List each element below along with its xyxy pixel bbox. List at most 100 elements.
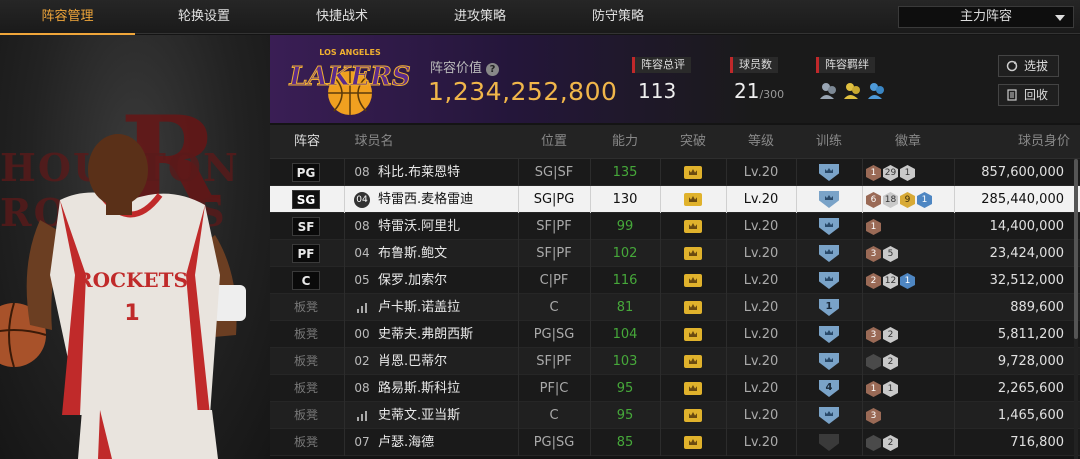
table-row[interactable]: PF 04 布鲁斯.鲍文 SF|PF 102 Lv.20 3 5 23,424,000	[270, 240, 1080, 267]
player-name[interactable]: 布鲁斯.鲍文	[378, 240, 447, 267]
table-row[interactable]: 板凳 00 史蒂夫.弗朗西斯 PG|SG 104 Lv.20 3 2 5,811,200	[270, 321, 1080, 348]
player-name[interactable]: 保罗.加索尔	[378, 267, 447, 294]
badge-icon[interactable]: 9	[900, 192, 915, 208]
scrollbar-thumb[interactable]	[1074, 159, 1078, 339]
training-cell[interactable]	[796, 429, 862, 456]
badge-icon[interactable]: 1	[900, 165, 915, 181]
slot-bench[interactable]: 板凳	[290, 348, 322, 375]
badge-icon[interactable]: 2	[866, 273, 881, 289]
table-row[interactable]: 板凳 卢卡斯.诺盖拉 C 81 Lv.20 1 889,600	[270, 294, 1080, 321]
col-slot[interactable]: 阵容	[270, 125, 344, 159]
breakthrough-cell[interactable]	[660, 267, 726, 294]
table-row[interactable]: 板凳 07 卢瑟.海德 PG|SG 85 Lv.20 2 716,800	[270, 429, 1080, 456]
breakthrough-cell[interactable]	[660, 186, 726, 213]
table-row[interactable]: SG 04 特雷西.麦格雷迪 SG|PG 130 Lv.20 6 18 9 1 285,440,00…	[270, 186, 1080, 213]
slot-badge[interactable]: C	[292, 271, 320, 290]
badge-icon[interactable]: 5	[883, 246, 898, 262]
tab-defense-strategy[interactable]: 防守策略	[549, 0, 687, 34]
training-cell[interactable]	[796, 402, 862, 429]
player-name[interactable]: 肖恩.巴蒂尔	[378, 348, 447, 375]
breakthrough-cell[interactable]	[660, 429, 726, 456]
tab-offense-strategy[interactable]: 进攻策略	[411, 0, 549, 34]
player-name[interactable]: 特雷沃.阿里扎	[378, 213, 460, 240]
badge-icon[interactable]	[866, 435, 881, 451]
col-value[interactable]: 球员身价	[970, 125, 1070, 159]
badge-icon[interactable]: 3	[866, 327, 881, 343]
roster-scrollbar[interactable]	[1074, 159, 1078, 459]
badge-icon[interactable]: 2	[883, 435, 898, 451]
training-cell[interactable]: 4	[796, 375, 862, 402]
slot-bench[interactable]: 板凳	[290, 429, 322, 456]
training-cell[interactable]	[796, 213, 862, 240]
column-divider	[344, 159, 345, 186]
player-name[interactable]: 路易斯.斯科拉	[378, 375, 460, 402]
breakthrough-cell[interactable]	[660, 348, 726, 375]
slot-bench[interactable]: 板凳	[290, 402, 322, 429]
breakthrough-cell[interactable]	[660, 294, 726, 321]
lineup-dropdown[interactable]: 主力阵容	[898, 6, 1074, 28]
badge-icon[interactable]: 12	[883, 273, 898, 289]
player-name[interactable]: 史蒂文.亚当斯	[378, 402, 460, 429]
table-row[interactable]: SF 08 特雷沃.阿里扎 SF|PF 99 Lv.20 1 14,400,000	[270, 213, 1080, 240]
bond-icons[interactable]	[820, 81, 890, 101]
badge-icon[interactable]: 1	[883, 381, 898, 397]
col-position[interactable]: 位置	[518, 125, 590, 159]
breakthrough-cell[interactable]	[660, 375, 726, 402]
slot-badge[interactable]: PF	[292, 244, 320, 263]
training-cell[interactable]	[796, 186, 862, 213]
badge-icon[interactable]: 1	[900, 273, 915, 289]
breakthrough-cell[interactable]	[660, 321, 726, 348]
slot-badge[interactable]: SF	[292, 217, 320, 236]
badge-icon[interactable]: 3	[866, 408, 881, 424]
training-cell[interactable]	[796, 267, 862, 294]
badge-icon[interactable]: 1	[917, 192, 932, 208]
tab-lineup-management[interactable]: 阵容管理	[0, 0, 135, 35]
breakthrough-cell[interactable]	[660, 213, 726, 240]
badge-icon[interactable]	[866, 354, 881, 370]
badge-icon[interactable]: 1	[866, 381, 881, 397]
table-row[interactable]: PG 08 科比.布莱恩特 SG|SF 135 Lv.20 1 29 1 857,600,000	[270, 159, 1080, 186]
tab-quick-tactics[interactable]: 快捷战术	[273, 0, 411, 34]
col-name[interactable]: 球员名	[344, 125, 404, 159]
col-badges[interactable]: 徽章	[862, 125, 954, 159]
slot-bench[interactable]: 板凳	[290, 294, 322, 321]
transfer-button[interactable]: 选拔	[998, 55, 1059, 77]
table-row[interactable]: 板凳 02 肖恩.巴蒂尔 SF|PF 103 Lv.20 2 9,728,000	[270, 348, 1080, 375]
slot-bench[interactable]: 板凳	[290, 321, 322, 348]
player-name[interactable]: 卢卡斯.诺盖拉	[378, 294, 460, 321]
badge-icon[interactable]: 3	[866, 246, 881, 262]
badge-icon[interactable]: 1	[866, 219, 881, 235]
badge-icon[interactable]: 1	[866, 165, 881, 181]
col-ability[interactable]: 能力	[590, 125, 660, 159]
recycle-button[interactable]: 回收	[998, 84, 1059, 106]
training-cell[interactable]	[796, 348, 862, 375]
slot-badge[interactable]: SG	[292, 190, 320, 209]
badge-icon[interactable]: 2	[883, 354, 898, 370]
slot-badge[interactable]: PG	[292, 163, 320, 182]
col-breakthrough[interactable]: 突破	[660, 125, 726, 159]
tab-rotation-settings[interactable]: 轮换设置	[135, 0, 273, 34]
player-value: 9,728,000	[997, 354, 1064, 369]
table-row[interactable]: C 05 保罗.加索尔 C|PF 116 Lv.20 2 12 1 32,512,000	[270, 267, 1080, 294]
col-training[interactable]: 训练	[796, 125, 862, 159]
badge-icon[interactable]: 2	[883, 327, 898, 343]
breakthrough-cell[interactable]	[660, 402, 726, 429]
badge-icon[interactable]: 18	[883, 192, 898, 208]
player-name[interactable]: 特雷西.麦格雷迪	[378, 186, 473, 213]
table-row[interactable]: 板凳 08 路易斯.斯科拉 PF|C 95 Lv.20 4 1 1 2,265,600	[270, 375, 1080, 402]
breakthrough-cell[interactable]	[660, 159, 726, 186]
player-name[interactable]: 科比.布莱恩特	[378, 159, 460, 186]
table-row[interactable]: 板凳 史蒂文.亚当斯 C 95 Lv.20 3 1,465,600	[270, 402, 1080, 429]
training-cell[interactable]	[796, 321, 862, 348]
badge-icon[interactable]: 6	[866, 192, 881, 208]
help-icon[interactable]: ?	[486, 63, 500, 76]
player-name[interactable]: 卢瑟.海德	[378, 429, 434, 456]
breakthrough-cell[interactable]	[660, 240, 726, 267]
training-cell[interactable]	[796, 240, 862, 267]
player-name[interactable]: 史蒂夫.弗朗西斯	[378, 321, 473, 348]
slot-bench[interactable]: 板凳	[290, 375, 322, 402]
col-level[interactable]: 等级	[726, 125, 796, 159]
training-cell[interactable]: 1	[796, 294, 862, 321]
training-cell[interactable]	[796, 159, 862, 186]
badge-icon[interactable]: 29	[883, 165, 898, 181]
